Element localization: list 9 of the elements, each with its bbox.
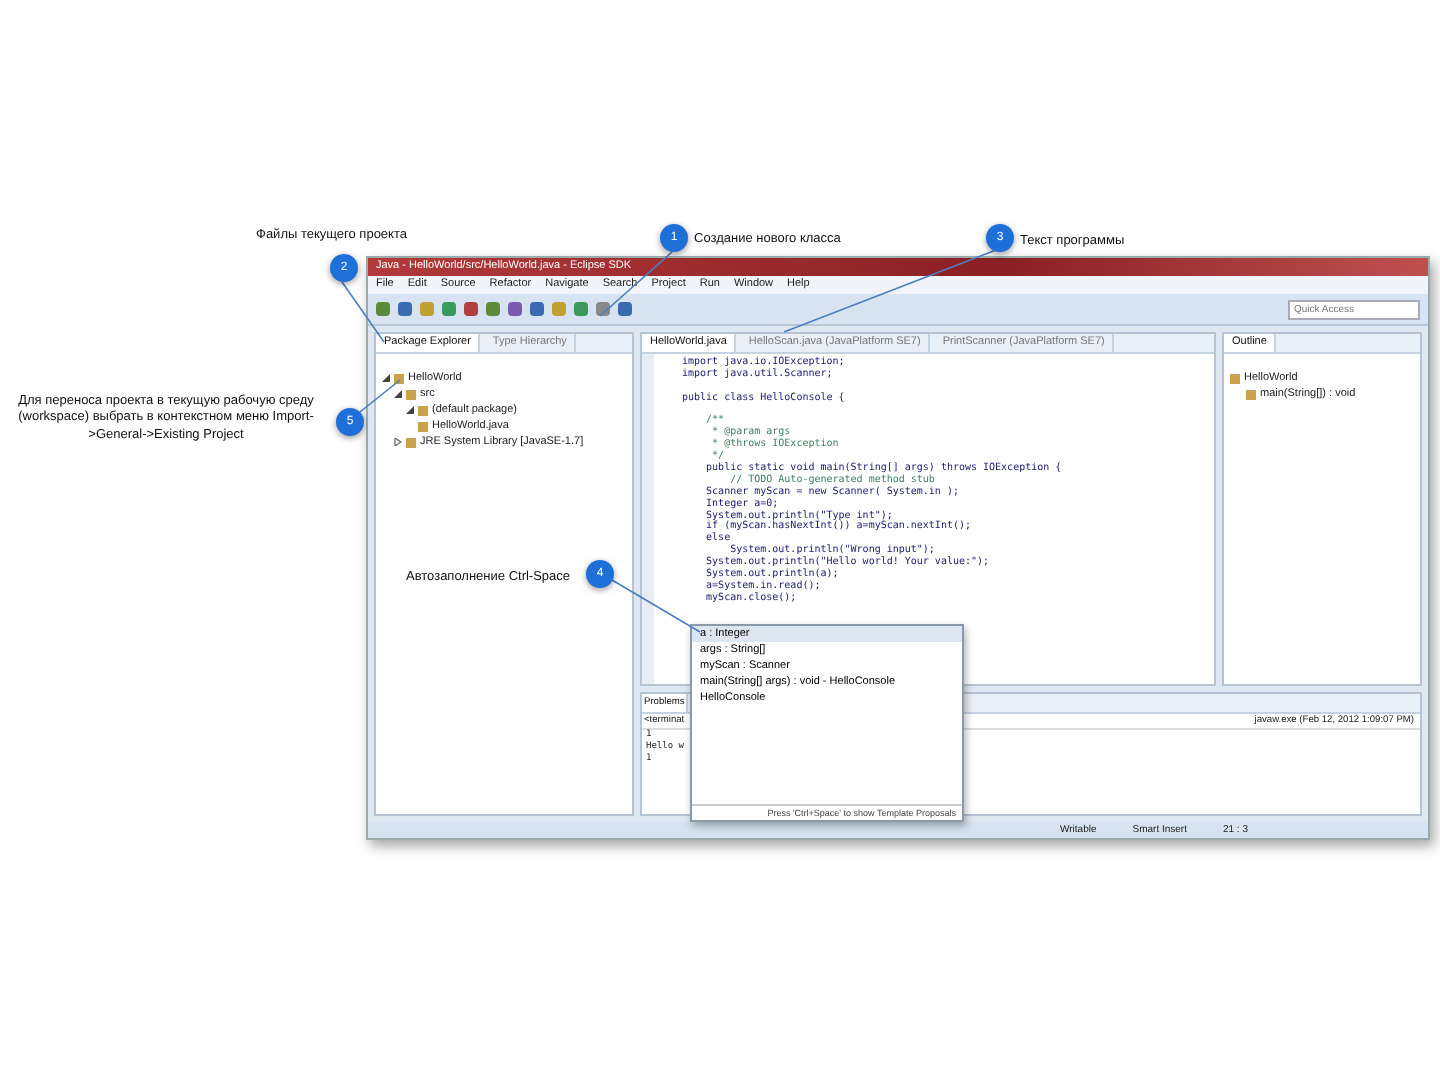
leader-line	[359, 379, 401, 413]
collapsed-arrow-icon[interactable]	[394, 438, 402, 446]
method-icon	[1246, 389, 1256, 399]
expanded-arrow-icon[interactable]	[382, 374, 390, 382]
expanded-arrow-icon[interactable]	[394, 390, 402, 398]
leader-line	[611, 579, 701, 633]
class-icon	[1230, 373, 1240, 383]
code-editor[interactable]	[640, 332, 1216, 686]
expanded-arrow-icon[interactable]	[406, 406, 414, 414]
